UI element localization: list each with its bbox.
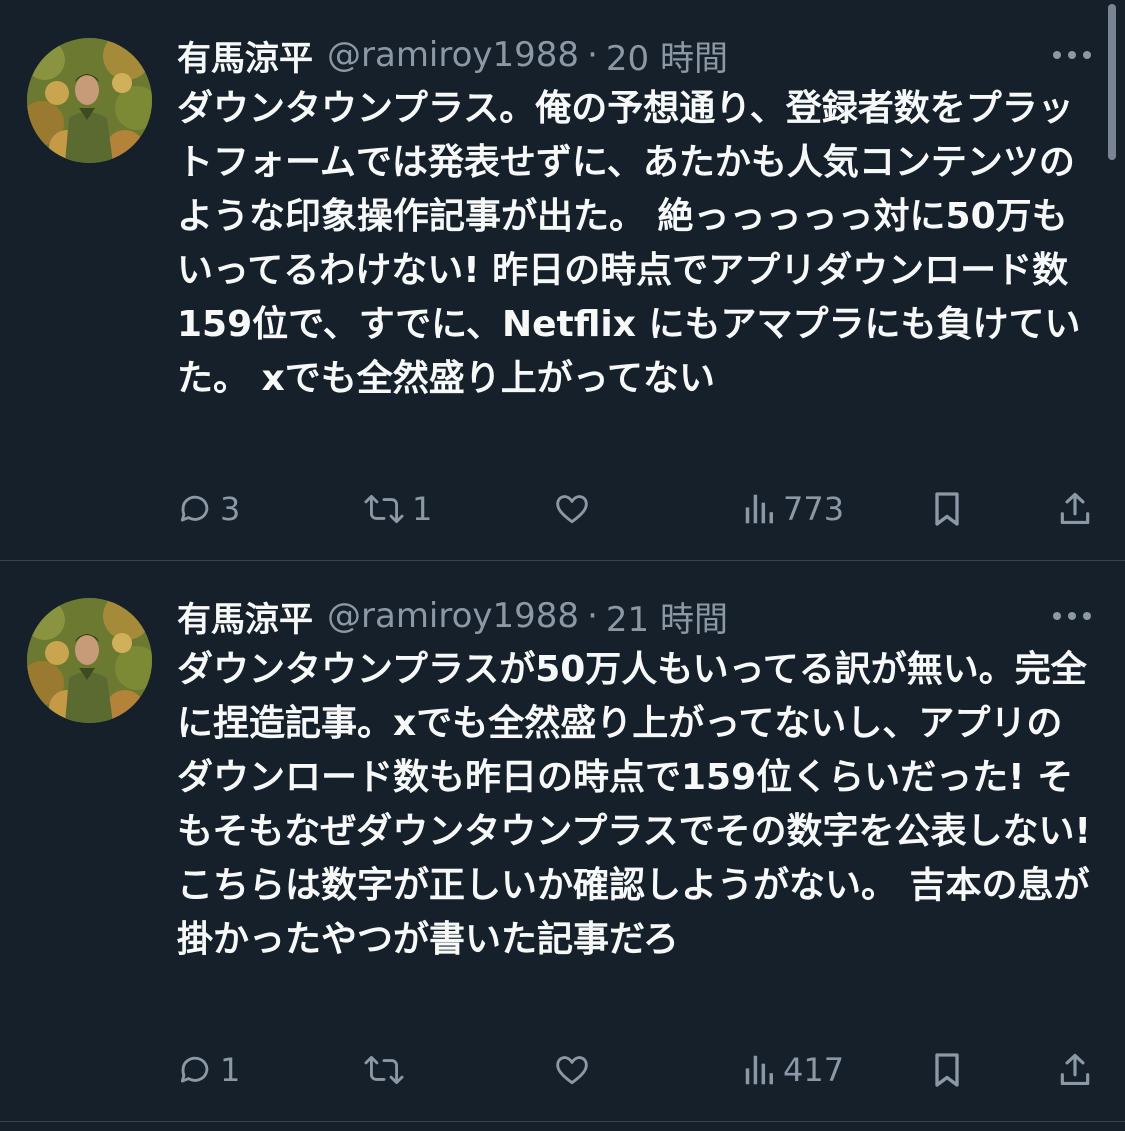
tweet-actions: 3 1 773 — [0, 486, 1125, 532]
retweet-button[interactable] — [362, 1047, 412, 1093]
like-icon — [552, 490, 592, 528]
retweet-count: 1 — [412, 490, 433, 528]
reply-icon — [176, 1051, 214, 1089]
like-button[interactable] — [552, 486, 598, 532]
views-count: 417 — [783, 1051, 845, 1089]
tweet-header: 有馬涼平 @ramiroy1988 · 20 時間 — [177, 30, 728, 80]
bookmark-button[interactable] — [930, 486, 964, 532]
bookmark-icon — [930, 1050, 964, 1090]
retweet-icon — [362, 490, 406, 528]
share-button[interactable] — [1056, 1047, 1094, 1093]
timestamp[interactable]: 21 時間 — [606, 592, 728, 641]
like-icon — [552, 1051, 592, 1089]
user-handle[interactable]: @ramiroy1988 — [327, 596, 579, 636]
reply-count: 1 — [220, 1051, 241, 1089]
like-button[interactable] — [552, 1047, 598, 1093]
tweet-text: ダウンタウンプラス。俺の予想通り、登録者数をプラットフォームでは発表せずに、あた… — [177, 88, 1081, 399]
more-dot — [1083, 612, 1091, 620]
views-count: 773 — [783, 490, 845, 528]
views-icon — [743, 490, 777, 528]
user-handle[interactable]: @ramiroy1988 — [327, 35, 579, 75]
more-icon[interactable] — [1046, 601, 1098, 631]
more-dot — [1068, 612, 1076, 620]
tweet[interactable]: 有馬涼平 @ramiroy1988 · 20 時間 ダウンタウンプラス。俺の予想… — [0, 0, 1125, 560]
share-icon — [1056, 489, 1094, 529]
retweet-icon — [362, 1051, 406, 1089]
reply-button[interactable]: 1 — [176, 1047, 240, 1093]
display-name[interactable]: 有馬涼平 — [177, 592, 313, 641]
retweet-button[interactable]: 1 — [362, 486, 432, 532]
views-button[interactable]: 773 — [743, 486, 844, 532]
reply-icon — [176, 490, 214, 528]
display-name[interactable]: 有馬涼平 — [177, 31, 313, 80]
avatar[interactable] — [27, 38, 152, 163]
more-dot — [1083, 51, 1091, 59]
views-button[interactable]: 417 — [743, 1047, 844, 1093]
more-dot — [1053, 612, 1061, 620]
tweet[interactable]: 有馬涼平 @ramiroy1988 · 21 時間 ダウンタウンプラスが50万人… — [0, 561, 1125, 1121]
tweet-header: 有馬涼平 @ramiroy1988 · 21 時間 — [177, 591, 728, 641]
separator-dot: · — [587, 596, 598, 636]
more-icon[interactable] — [1046, 40, 1098, 70]
separator-dot: · — [587, 35, 598, 75]
share-button[interactable] — [1056, 486, 1094, 532]
timestamp[interactable]: 20 時間 — [606, 31, 728, 80]
share-icon — [1056, 1050, 1094, 1090]
more-dot — [1068, 51, 1076, 59]
reply-button[interactable]: 3 — [176, 486, 240, 532]
reply-count: 3 — [220, 490, 241, 528]
tweet-text: ダウンタウンプラスが50万人もいってる訳が無い。完全に捏造記事。xでも全然盛り上… — [177, 649, 1104, 960]
tweet-actions: 1 417 — [0, 1047, 1125, 1093]
divider — [0, 1121, 1125, 1122]
views-icon — [743, 1051, 777, 1089]
bookmark-icon — [930, 489, 964, 529]
avatar[interactable] — [27, 598, 152, 723]
more-dot — [1053, 51, 1061, 59]
bookmark-button[interactable] — [930, 1047, 964, 1093]
